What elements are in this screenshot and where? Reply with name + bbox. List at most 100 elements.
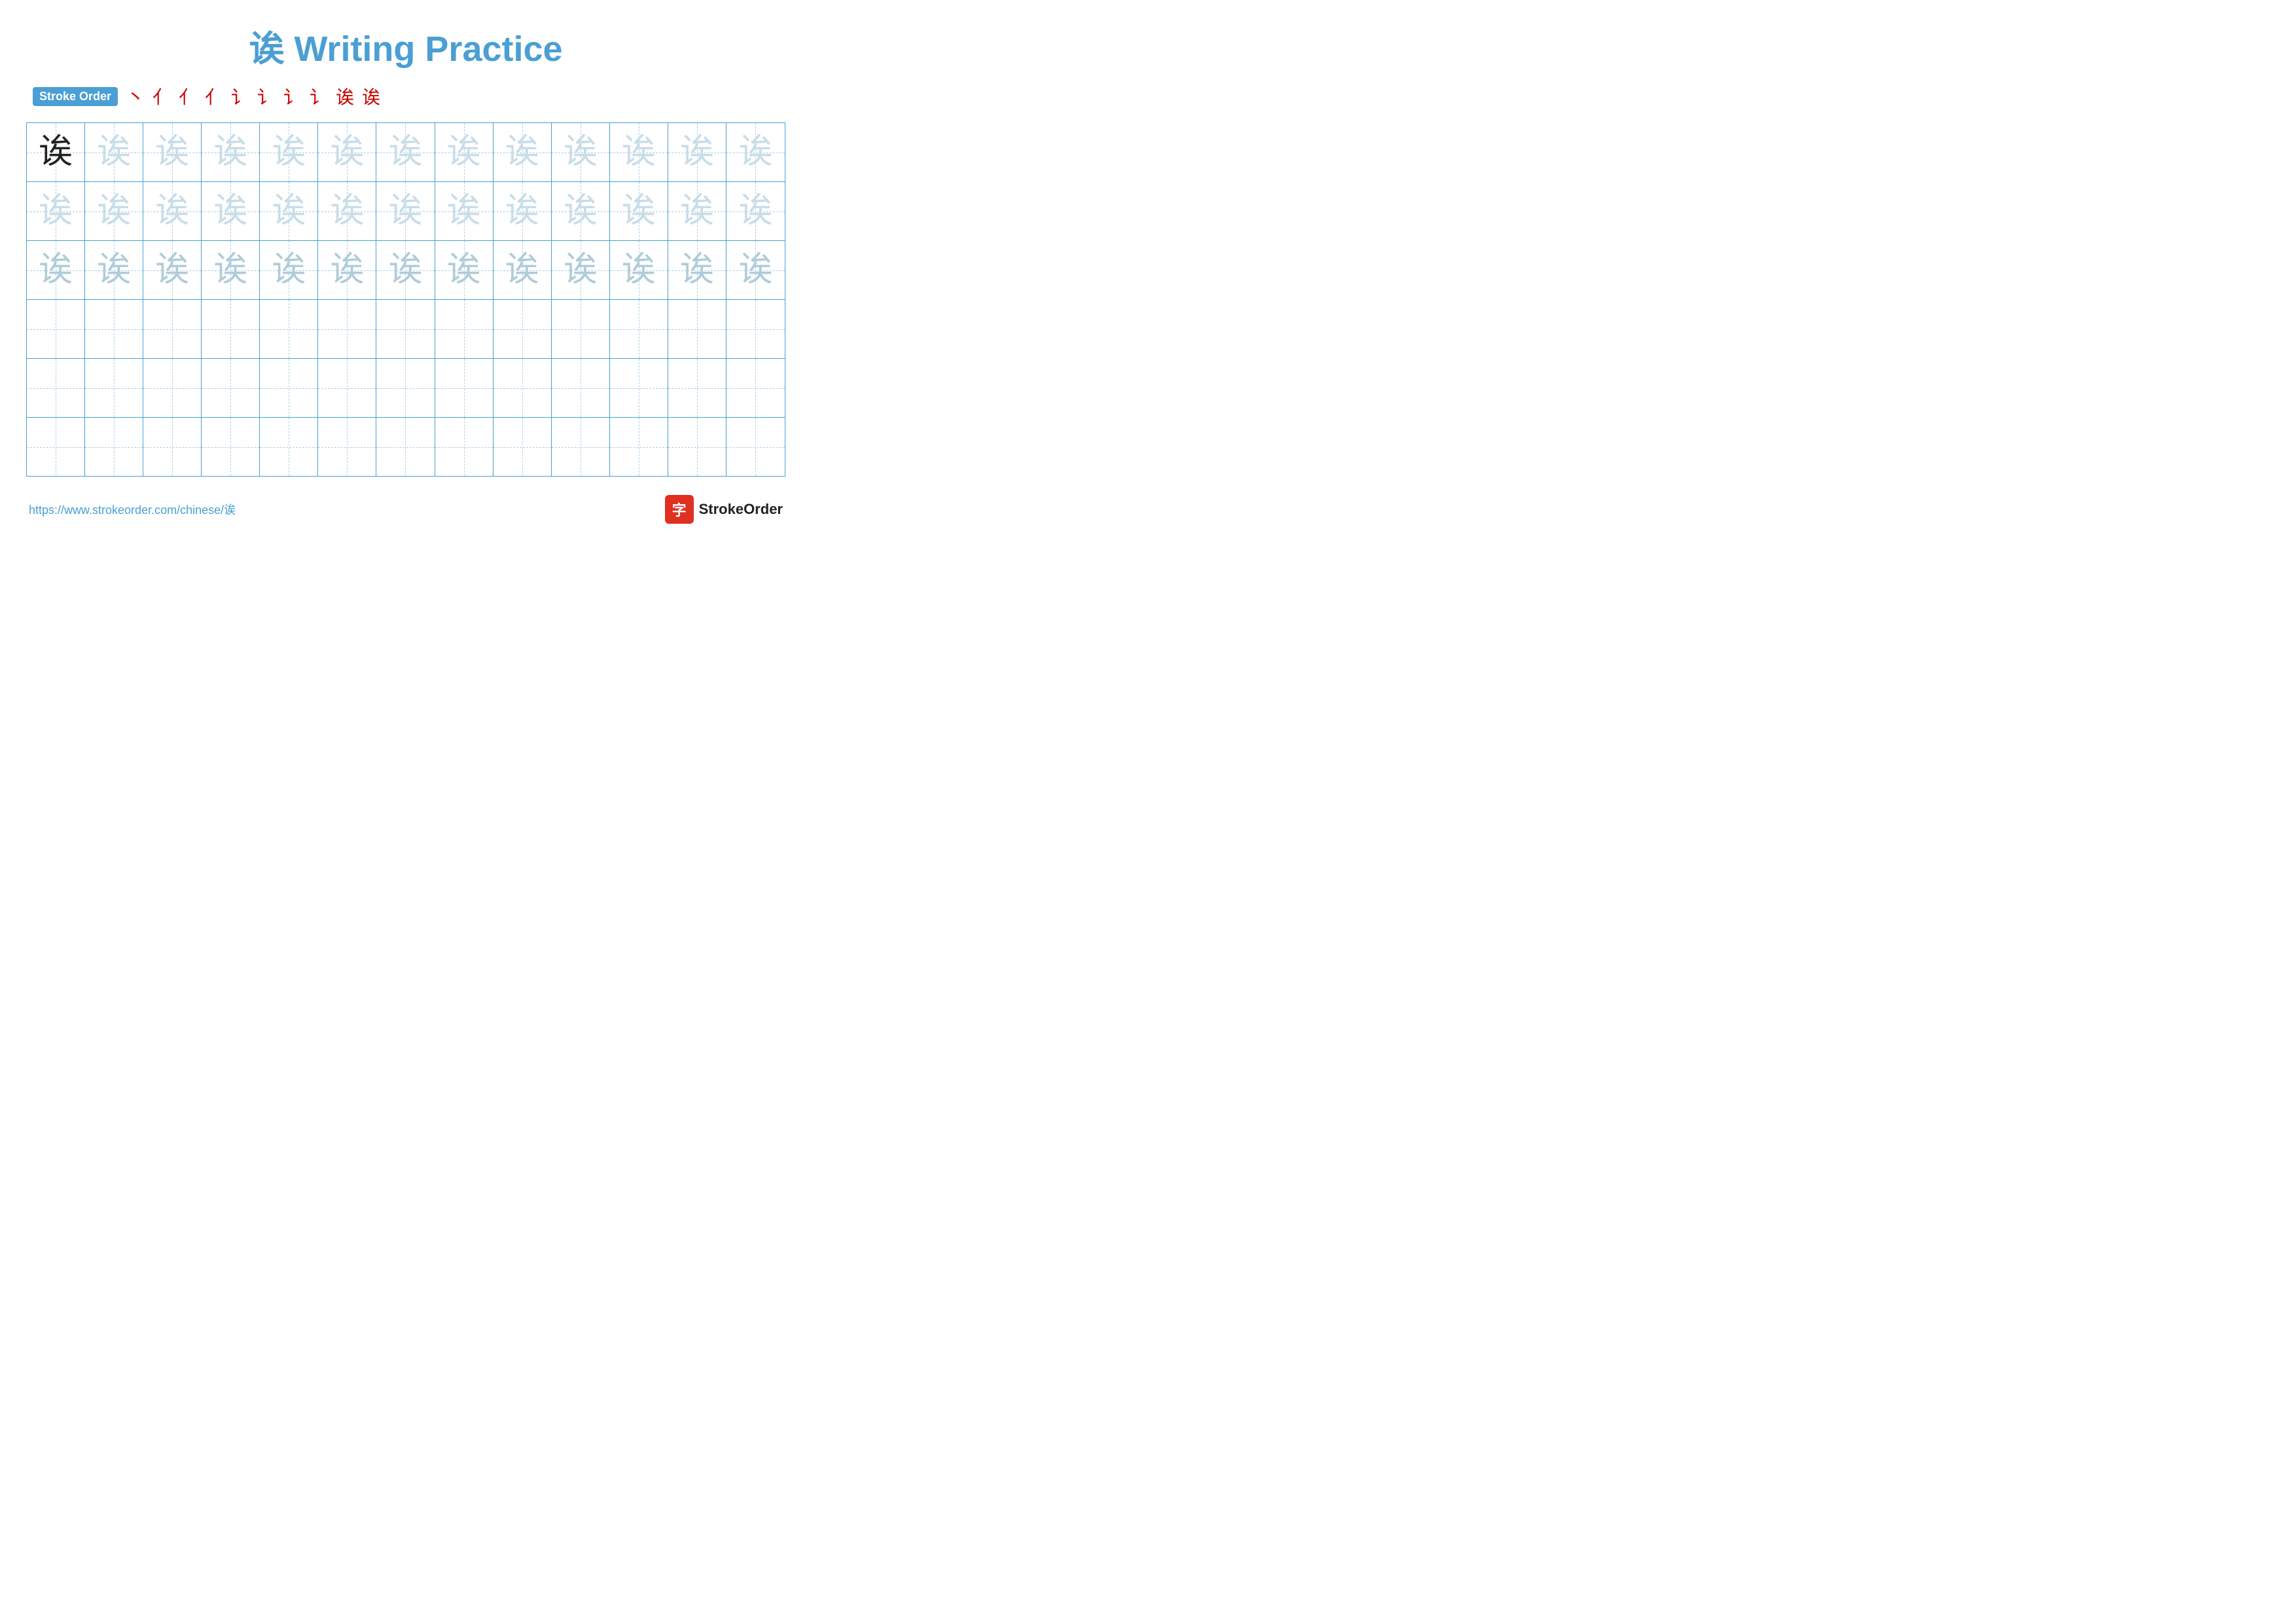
grid-cell-5-2 xyxy=(143,418,202,476)
grid-cell-1-3: 诶 xyxy=(202,182,260,240)
cell-char-2-11: 诶 xyxy=(680,253,714,287)
cell-char-0-9: 诶 xyxy=(564,136,598,170)
grid-cell-4-5 xyxy=(318,359,376,417)
cell-char-2-10: 诶 xyxy=(622,253,656,287)
cell-char-2-0: 诶 xyxy=(39,253,73,287)
grid-cell-4-8 xyxy=(493,359,552,417)
cell-char-1-7: 诶 xyxy=(447,194,481,228)
cell-char-1-11: 诶 xyxy=(680,194,714,228)
stroke-order-row: Stroke Order 丶亻亻亻讠讠讠讠诶诶 xyxy=(26,83,785,109)
stroke-step-6: 讠 xyxy=(281,83,304,109)
grid-cell-1-9: 诶 xyxy=(552,182,610,240)
cell-char-0-10: 诶 xyxy=(622,136,656,170)
cell-char-2-6: 诶 xyxy=(388,253,422,287)
cell-char-1-8: 诶 xyxy=(505,194,539,228)
grid-cell-1-6: 诶 xyxy=(376,182,435,240)
grid-cell-2-3: 诶 xyxy=(202,241,260,299)
grid-cell-2-10: 诶 xyxy=(610,241,668,299)
grid-cell-2-4: 诶 xyxy=(260,241,318,299)
grid-cell-1-12: 诶 xyxy=(726,182,785,240)
grid-cell-4-2 xyxy=(143,359,202,417)
grid-cell-1-1: 诶 xyxy=(85,182,143,240)
grid-cell-0-1: 诶 xyxy=(85,123,143,181)
stroke-steps: 丶亻亻亻讠讠讠讠诶诶 xyxy=(124,83,382,109)
grid-cell-3-1 xyxy=(85,300,143,358)
stroke-step-5: 讠 xyxy=(255,83,278,109)
cell-char-0-1: 诶 xyxy=(97,136,131,170)
grid-cell-4-11 xyxy=(668,359,726,417)
grid-cell-5-3 xyxy=(202,418,260,476)
cell-char-2-1: 诶 xyxy=(97,253,131,287)
grid-cell-0-0: 诶 xyxy=(27,123,85,181)
grid-cell-2-12: 诶 xyxy=(726,241,785,299)
grid-row-2: 诶诶诶诶诶诶诶诶诶诶诶诶诶 xyxy=(27,241,785,300)
grid-cell-2-11: 诶 xyxy=(668,241,726,299)
cell-char-1-9: 诶 xyxy=(564,194,598,228)
grid-cell-3-8 xyxy=(493,300,552,358)
cell-char-2-9: 诶 xyxy=(564,253,598,287)
footer-url[interactable]: https://www.strokeorder.com/chinese/诶 xyxy=(29,501,236,518)
grid-cell-3-5 xyxy=(318,300,376,358)
stroke-step-2: 亻 xyxy=(177,83,199,109)
cell-char-2-8: 诶 xyxy=(505,253,539,287)
grid-cell-5-9 xyxy=(552,418,610,476)
cell-char-1-0: 诶 xyxy=(39,194,73,228)
cell-char-0-8: 诶 xyxy=(505,136,539,170)
grid-row-0: 诶诶诶诶诶诶诶诶诶诶诶诶诶 xyxy=(27,123,785,182)
grid-row-5 xyxy=(27,418,785,476)
grid-cell-2-6: 诶 xyxy=(376,241,435,299)
stroke-step-1: 亻 xyxy=(151,83,173,109)
grid-cell-4-4 xyxy=(260,359,318,417)
logo-icon: 字 xyxy=(665,495,694,524)
grid-cell-3-12 xyxy=(726,300,785,358)
cell-char-0-2: 诶 xyxy=(155,136,189,170)
cell-char-0-12: 诶 xyxy=(738,136,772,170)
grid-cell-4-1 xyxy=(85,359,143,417)
cell-char-1-6: 诶 xyxy=(388,194,422,228)
cell-char-2-5: 诶 xyxy=(330,253,364,287)
grid-cell-3-6 xyxy=(376,300,435,358)
cell-char-0-7: 诶 xyxy=(447,136,481,170)
grid-row-3 xyxy=(27,300,785,359)
grid-cell-5-12 xyxy=(726,418,785,476)
grid-cell-4-12 xyxy=(726,359,785,417)
cell-char-1-3: 诶 xyxy=(213,194,247,228)
grid-cell-0-5: 诶 xyxy=(318,123,376,181)
stroke-step-4: 讠 xyxy=(229,83,251,109)
grid-cell-3-2 xyxy=(143,300,202,358)
grid-cell-2-0: 诶 xyxy=(27,241,85,299)
grid-cell-5-5 xyxy=(318,418,376,476)
grid-cell-4-3 xyxy=(202,359,260,417)
grid-cell-5-8 xyxy=(493,418,552,476)
cell-char-1-5: 诶 xyxy=(330,194,364,228)
footer: https://www.strokeorder.com/chinese/诶 字 … xyxy=(26,495,785,524)
cell-char-1-10: 诶 xyxy=(622,194,656,228)
cell-char-0-3: 诶 xyxy=(213,136,247,170)
grid-cell-3-0 xyxy=(27,300,85,358)
stroke-order-badge: Stroke Order xyxy=(33,87,118,106)
grid-cell-1-8: 诶 xyxy=(493,182,552,240)
stroke-step-8: 诶 xyxy=(334,83,356,109)
grid-cell-4-9 xyxy=(552,359,610,417)
grid-cell-4-6 xyxy=(376,359,435,417)
cell-char-0-11: 诶 xyxy=(680,136,714,170)
cell-char-1-1: 诶 xyxy=(97,194,131,228)
grid-cell-1-0: 诶 xyxy=(27,182,85,240)
grid-cell-1-7: 诶 xyxy=(435,182,493,240)
cell-char-0-6: 诶 xyxy=(388,136,422,170)
grid-cell-5-10 xyxy=(610,418,668,476)
grid-cell-3-4 xyxy=(260,300,318,358)
footer-logo: 字 StrokeOrder xyxy=(665,495,783,524)
grid-cell-0-4: 诶 xyxy=(260,123,318,181)
cell-char-2-2: 诶 xyxy=(155,253,189,287)
grid-cell-2-1: 诶 xyxy=(85,241,143,299)
grid-cell-2-5: 诶 xyxy=(318,241,376,299)
grid-cell-0-8: 诶 xyxy=(493,123,552,181)
grid-cell-1-10: 诶 xyxy=(610,182,668,240)
cell-char-0-5: 诶 xyxy=(330,136,364,170)
grid-cell-3-3 xyxy=(202,300,260,358)
grid-cell-5-7 xyxy=(435,418,493,476)
grid-cell-0-10: 诶 xyxy=(610,123,668,181)
cell-char-1-4: 诶 xyxy=(272,194,306,228)
grid-cell-3-10 xyxy=(610,300,668,358)
